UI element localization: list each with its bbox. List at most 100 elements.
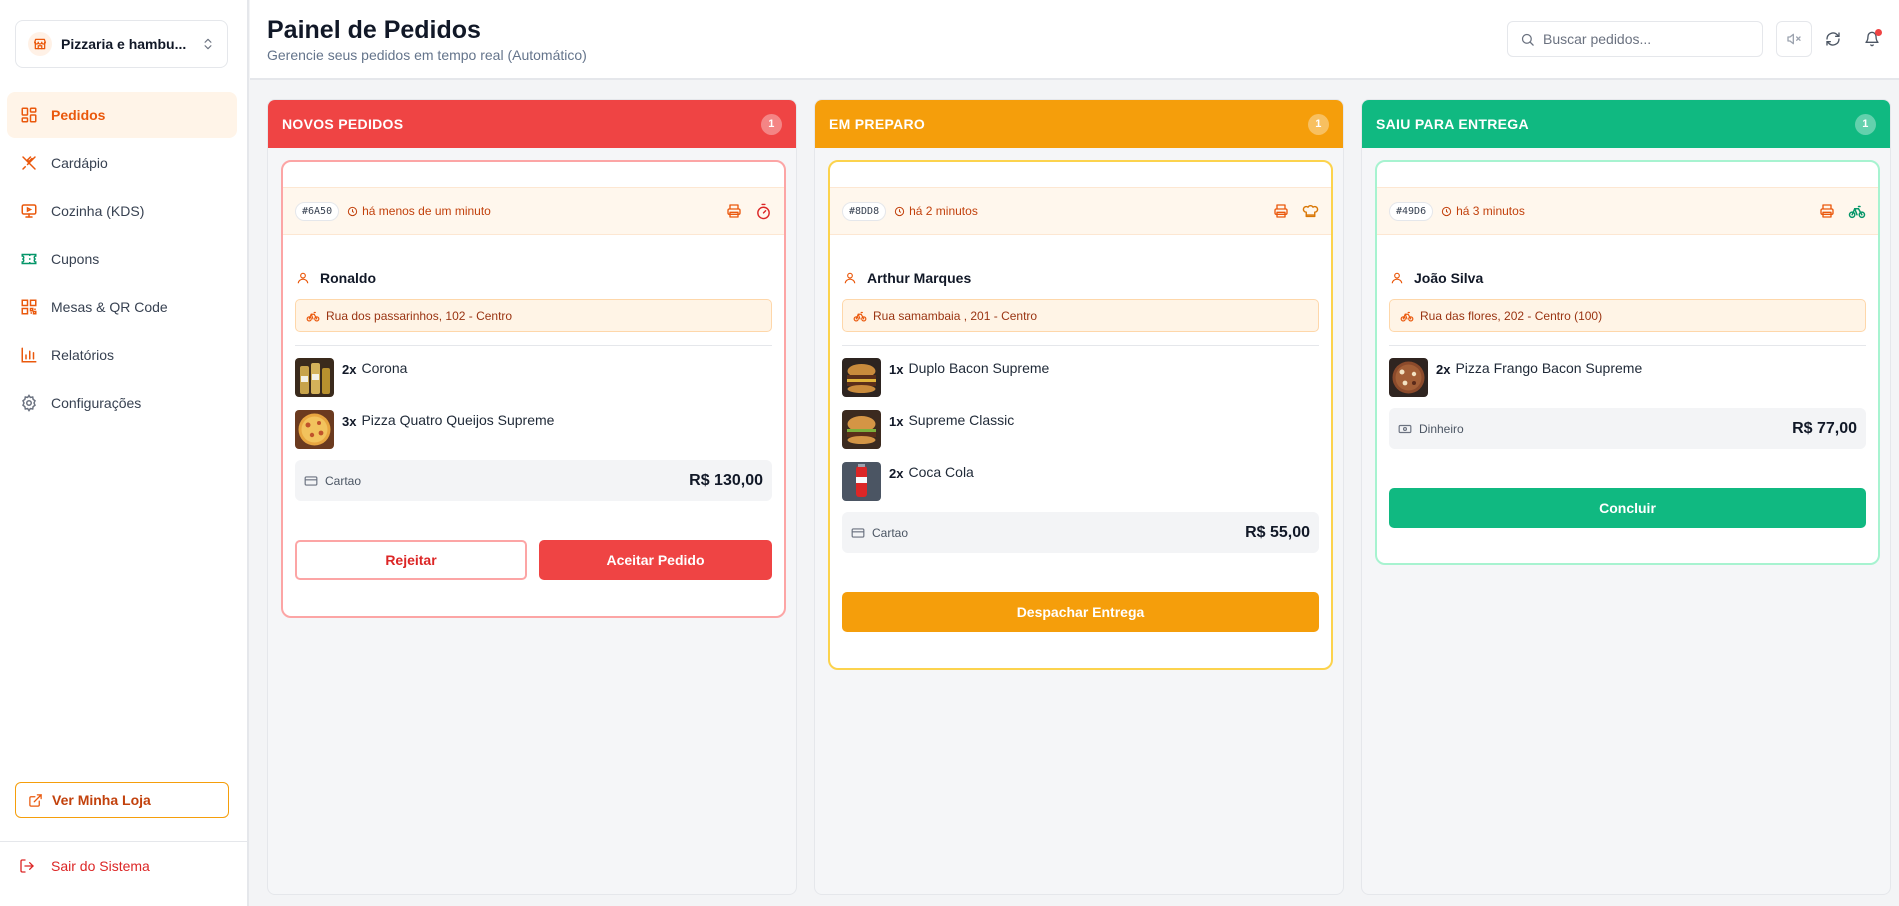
sidebar-item-label: Cozinha (KDS)	[51, 203, 145, 219]
sidebar: Pizzaria e hambu... Pedidos Cardápio Coz…	[0, 0, 249, 906]
item-name: Pizza Frango Bacon Supreme	[1455, 360, 1643, 376]
search-icon	[1521, 33, 1534, 46]
item-name: Duplo Bacon Supreme	[908, 360, 1050, 376]
delivery-address: Rua das flores, 202 - Centro (100)	[1389, 299, 1866, 332]
item-name: Corona	[361, 360, 408, 376]
order-total: R$ 77,00	[1792, 419, 1857, 437]
cash-icon	[1398, 424, 1412, 433]
payment-method-label: Dinheiro	[1419, 421, 1464, 436]
payment-summary: Dinheiro R$ 77,00	[1389, 408, 1866, 449]
user-icon	[1391, 272, 1403, 284]
column-out-for-delivery: SAIU PARA ENTREGA 1 #49D6 há 3 minutos J…	[1361, 99, 1891, 895]
refresh-button[interactable]	[1815, 21, 1851, 57]
column-title: NOVOS PEDIDOS	[282, 116, 404, 132]
printer-icon[interactable]	[726, 203, 742, 219]
order-item: 1x Supreme Classic	[842, 410, 1014, 449]
sidebar-item-pedidos[interactable]: Pedidos	[7, 92, 237, 138]
search-box[interactable]	[1507, 21, 1763, 57]
address-label: Rua das flores, 202 - Centro (100)	[1420, 308, 1603, 323]
store-name: Pizzaria e hambu...	[61, 36, 187, 52]
customer-name: Arthur Marques	[843, 270, 971, 286]
item-image-pizza	[1389, 358, 1428, 397]
payment-method-label: Cartao	[872, 525, 909, 540]
item-name: Supreme Classic	[908, 412, 1015, 428]
sidebar-item-cupons[interactable]: Cupons	[7, 236, 237, 282]
payment-method: Cartao	[304, 474, 361, 488]
logout-label: Sair do Sistema	[51, 858, 150, 874]
page-header: Painel de Pedidos Gerencie seus pedidos …	[250, 0, 1899, 80]
order-card-header: #8DD8 há 2 minutos	[830, 187, 1331, 235]
bike-icon[interactable]	[1848, 202, 1866, 220]
column-new-orders: NOVOS PEDIDOS 1 #6A50 há menos de um min…	[267, 99, 797, 895]
order-card: #49D6 há 3 minutos João Silva Rua das fl…	[1375, 160, 1880, 565]
order-item: 3x Pizza Quatro Queijos Supreme	[295, 410, 554, 449]
order-item: 2x Corona	[295, 358, 407, 397]
address-label: Rua dos passarinhos, 102 - Centro	[326, 308, 513, 323]
sidebar-item-cozinha[interactable]: Cozinha (KDS)	[7, 188, 237, 234]
column-title: EM PREPARO	[829, 116, 926, 132]
order-time-label: há 2 minutos	[909, 204, 978, 218]
reject-button[interactable]: Rejeitar	[295, 540, 527, 580]
column-header: SAIU PARA ENTREGA 1	[1362, 100, 1890, 148]
store-icon	[28, 32, 52, 56]
item-qty: 2x	[342, 362, 357, 377]
item-image-burger	[842, 358, 881, 397]
sidebar-item-mesas[interactable]: Mesas & QR Code	[7, 284, 237, 330]
view-store-label: Ver Minha Loja	[52, 792, 151, 808]
item-qty: 1x	[889, 414, 904, 429]
order-item: 2x Coca Cola	[842, 462, 974, 501]
user-icon	[844, 272, 856, 284]
item-name: Coca Cola	[908, 464, 974, 480]
accept-order-button[interactable]: Aceitar Pedido	[539, 540, 772, 580]
count-badge: 1	[761, 113, 782, 135]
clock-icon	[894, 206, 905, 216]
utensils-icon	[22, 156, 36, 170]
customer-label: João Silva	[1414, 270, 1484, 286]
item-qty: 1x	[889, 362, 904, 377]
order-id: #49D6	[1389, 201, 1434, 221]
printer-icon[interactable]	[1273, 203, 1289, 219]
payment-summary: Cartao R$ 55,00	[842, 512, 1319, 553]
sidebar-item-label: Mesas & QR Code	[51, 299, 168, 315]
notifications-button[interactable]	[1854, 21, 1890, 57]
view-store-button[interactable]: Ver Minha Loja	[15, 782, 229, 818]
bar-chart-icon	[21, 347, 37, 363]
item-qty: 2x	[889, 466, 904, 481]
printer-icon[interactable]	[1819, 203, 1835, 219]
sidebar-nav: Pedidos Cardápio Cozinha (KDS) Cupons Me…	[7, 92, 237, 428]
sidebar-item-relatorios[interactable]: Relatórios	[7, 332, 237, 378]
item-image-corona	[295, 358, 334, 397]
order-card: #6A50 há menos de um minuto Ronaldo Rua …	[281, 160, 786, 618]
customer-name: João Silva	[1390, 270, 1483, 286]
column-header: EM PREPARO 1	[815, 100, 1343, 148]
order-time-label: há 3 minutos	[1456, 204, 1525, 218]
monitor-icon	[21, 204, 37, 218]
item-qty: 3x	[342, 414, 357, 429]
store-selector[interactable]: Pizzaria e hambu...	[15, 20, 228, 68]
count-badge: 1	[1308, 113, 1329, 135]
item-name: Pizza Quatro Queijos Supreme	[361, 412, 555, 428]
search-input[interactable]	[1543, 31, 1743, 47]
divider	[842, 345, 1319, 346]
order-card-header: #49D6 há 3 minutos	[1377, 187, 1878, 235]
payment-method-label: Cartao	[325, 473, 362, 488]
address-label: Rua samambaia , 201 - Centro	[873, 308, 1038, 323]
complete-order-button[interactable]: Concluir	[1389, 488, 1866, 528]
bike-icon	[1400, 311, 1414, 322]
order-time: há menos de um minuto	[347, 204, 491, 218]
mute-button[interactable]	[1776, 21, 1812, 57]
item-image-pizza	[295, 410, 334, 449]
chef-hat-icon[interactable]	[1302, 203, 1319, 220]
sidebar-item-cardapio[interactable]: Cardápio	[7, 140, 237, 186]
delivery-address: Rua samambaia , 201 - Centro	[842, 299, 1319, 332]
sidebar-item-label: Relatórios	[51, 347, 115, 363]
sidebar-item-configuracoes[interactable]: Configurações	[7, 380, 237, 426]
customer-label: Arthur Marques	[867, 270, 972, 286]
payment-summary: Cartao R$ 130,00	[295, 460, 772, 501]
payment-method: Cartao	[851, 526, 908, 540]
order-time-label: há menos de um minuto	[362, 204, 491, 218]
dispatch-delivery-button[interactable]: Despachar Entrega	[842, 592, 1319, 632]
logout-button[interactable]: Sair do Sistema	[19, 858, 150, 874]
column-title: SAIU PARA ENTREGA	[1376, 116, 1529, 132]
timer-icon[interactable]	[755, 203, 772, 220]
